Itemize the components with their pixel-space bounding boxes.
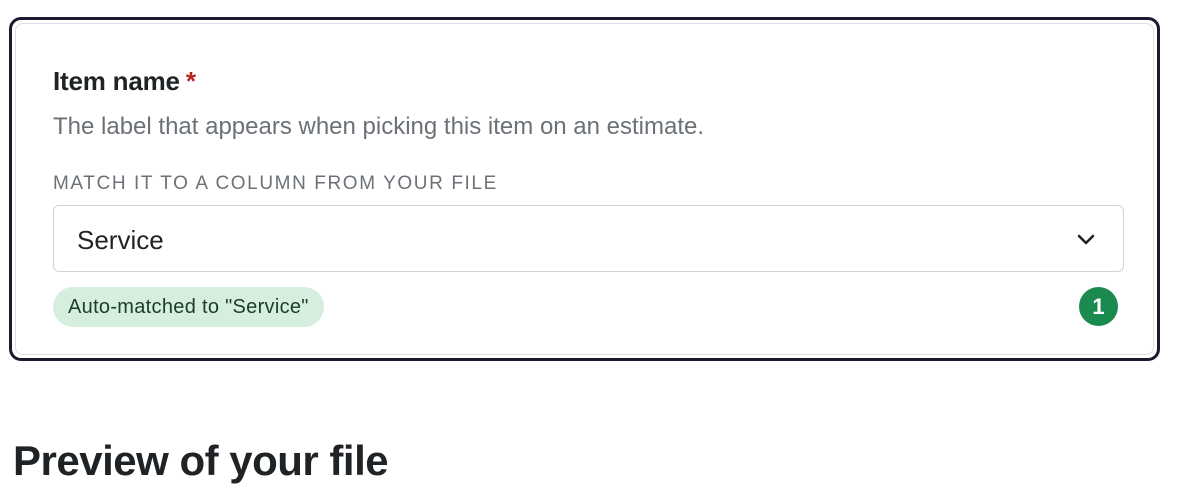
field-mapping-card-focus: Item name * The label that appears when p… <box>9 17 1160 361</box>
match-caption: MATCH IT TO A COLUMN FROM YOUR FILE <box>53 173 498 194</box>
field-description: The label that appears when picking this… <box>53 113 705 140</box>
column-select[interactable]: Service <box>53 205 1124 272</box>
field-mapping-card: Item name * The label that appears when p… <box>15 23 1154 355</box>
preview-heading: Preview of your file <box>13 437 389 484</box>
field-label-text: Item name <box>53 66 180 96</box>
match-count-badge: 1 <box>1079 287 1118 326</box>
auto-match-badge: Auto-matched to "Service" <box>53 287 324 327</box>
chevron-down-icon <box>1077 234 1095 245</box>
required-marker: * <box>185 66 196 96</box>
column-select-value: Service <box>77 225 164 255</box>
field-label: Item name * <box>53 66 196 97</box>
